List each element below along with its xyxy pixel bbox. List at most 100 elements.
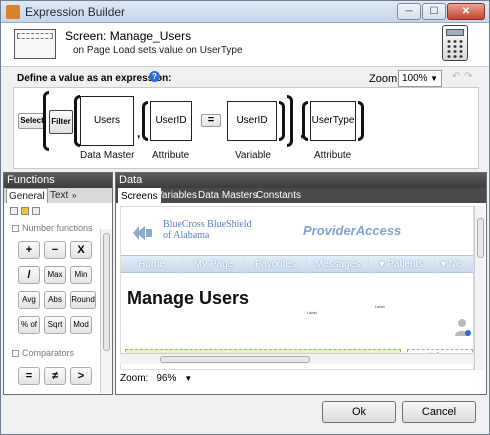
close-bracket — [279, 101, 285, 141]
nav-favorites[interactable]: Favorites — [245, 256, 307, 274]
user-avatar-icon — [455, 319, 471, 336]
help-icon[interactable]: ? — [149, 71, 160, 82]
calculator-icon — [442, 25, 468, 61]
filter-token[interactable]: Filter — [49, 110, 73, 134]
title-bar[interactable]: Expression Builder ─ ☐ ✕ — [1, 1, 489, 23]
app-icon — [6, 5, 20, 19]
nav-patients[interactable]: ▾ Patients — [369, 256, 435, 274]
maximize-button[interactable]: ☐ — [422, 3, 446, 20]
attribute-box[interactable]: UserID — [150, 101, 192, 141]
tab-general[interactable]: General — [6, 188, 48, 203]
scroll-thumb[interactable] — [103, 233, 110, 351]
cancel-button[interactable]: Cancel — [402, 401, 476, 423]
multiply-button[interactable]: X — [70, 241, 92, 259]
window-title: Expression Builder — [25, 5, 126, 19]
plus-button[interactable]: + — [18, 241, 40, 259]
data-zoom-value: 96% — [156, 373, 177, 384]
redo-icon[interactable]: ↷ — [464, 72, 476, 82]
grid-view-icon[interactable] — [21, 207, 29, 215]
percent-of-button[interactable]: % of — [18, 316, 40, 334]
screen-thumbnail-icon — [14, 29, 56, 59]
functions-tab-strip: General Text » — [4, 188, 112, 203]
expression-zoom-select[interactable]: 100% ▼ — [398, 70, 442, 87]
data-zoom-control[interactable]: Zoom: 96% ▼ — [120, 373, 192, 384]
bcbs-logo-icon — [133, 226, 152, 240]
variable-caption: Variable — [235, 150, 271, 161]
attribute-box[interactable]: UserType — [310, 101, 356, 141]
data-master-box[interactable]: Users — [80, 96, 134, 146]
close-bracket — [287, 95, 293, 147]
data-master-caption: Data Master — [80, 150, 135, 161]
functions-scrollbar[interactable] — [100, 229, 112, 393]
equals-button[interactable]: = — [18, 367, 40, 385]
divide-button[interactable]: / — [18, 266, 40, 284]
min-button[interactable]: Min — [70, 266, 92, 284]
chevron-down-icon: ▼ — [430, 74, 438, 83]
scroll-thumb[interactable] — [160, 356, 310, 363]
close-button[interactable]: ✕ — [447, 3, 485, 20]
functions-panel: Functions General Text » Number function… — [3, 172, 113, 395]
preview-label: Label — [307, 310, 317, 315]
nav-my-page[interactable]: My Page — [183, 256, 245, 274]
brand-line-2: of Alabama — [163, 230, 210, 241]
comparators-section[interactable]: Comparators — [12, 348, 74, 358]
collapse-icon — [12, 225, 19, 233]
product-name: ProviderAccess — [303, 223, 402, 238]
tab-data-masters[interactable]: Data Masters — [196, 188, 259, 203]
expression-canvas[interactable]: Select Filter Users Data Master , UserID… — [13, 87, 479, 169]
list-view-icon[interactable] — [10, 207, 18, 215]
nav-messages[interactable]: Messages — [307, 256, 369, 274]
number-functions-section[interactable]: Number functions — [12, 223, 93, 233]
equals-token[interactable]: = — [201, 114, 221, 127]
abs-button[interactable]: Abs — [44, 291, 66, 309]
data-zoom-label: Zoom: — [120, 373, 149, 384]
greater-than-button[interactable]: > — [70, 367, 92, 385]
tab-constants[interactable]: Constants — [254, 188, 303, 203]
preview-page-title: Manage Users — [127, 288, 250, 308]
function-view-toggles — [10, 206, 50, 216]
brand-line-1: BlueCross BlueShield — [163, 219, 252, 230]
section-label: Number functions — [22, 223, 93, 233]
nav-home[interactable]: Home — [121, 256, 183, 274]
minus-button[interactable]: − — [44, 241, 66, 259]
preview-horizontal-scrollbar[interactable] — [120, 353, 474, 364]
collapse-icon — [12, 350, 19, 358]
expression-zoom-label: Zoom: — [369, 73, 401, 85]
open-bracket — [142, 101, 148, 141]
tab-variables[interactable]: Variables — [154, 188, 199, 203]
avg-button[interactable]: Avg — [18, 291, 40, 309]
screen-subtitle: on Page Load sets value on UserType — [73, 45, 243, 56]
variable-box[interactable]: UserID — [227, 101, 277, 141]
screen-title: Screen: Manage_Users — [65, 29, 192, 43]
round-button[interactable]: Round — [70, 291, 96, 309]
minimize-button[interactable]: ─ — [397, 3, 421, 20]
preview-vertical-scrollbar[interactable] — [474, 206, 485, 370]
section-label: Comparators — [22, 348, 75, 358]
not-equals-button[interactable]: ≠ — [44, 367, 66, 385]
nav-more[interactable]: ▾ Ne — [435, 256, 473, 274]
expression-builder-window: Expression Builder ─ ☐ ✕ Screen: Manage_… — [0, 0, 490, 435]
select-token[interactable]: Select — [18, 113, 46, 129]
comma: , — [137, 126, 141, 140]
expression-zoom-value: 100% — [402, 73, 428, 84]
preview-label: Label — [375, 304, 385, 309]
undo-icon[interactable]: ↶ — [452, 72, 464, 82]
preview-navbar: Home My Page Favorites Messages ▾ Patien… — [121, 255, 473, 274]
max-button[interactable]: Max — [44, 266, 66, 284]
define-expression-area: Define a value as an expression: ? Zoom:… — [1, 67, 489, 171]
open-bracket — [302, 101, 308, 141]
mod-button[interactable]: Mod — [70, 316, 92, 334]
scroll-thumb[interactable] — [477, 218, 484, 258]
detail-view-icon[interactable] — [32, 207, 40, 215]
attribute-caption: Attribute — [314, 150, 352, 161]
header: Screen: Manage_Users on Page Load sets v… — [1, 23, 489, 67]
data-panel: Data Screens Variables Data Masters Cons… — [115, 172, 487, 395]
ok-button[interactable]: Ok — [322, 401, 396, 423]
more-tabs-icon[interactable]: » — [70, 188, 78, 203]
screen-preview[interactable]: BlueCross BlueShield of Alabama Provider… — [120, 206, 474, 370]
tab-text[interactable]: Text — [48, 188, 70, 203]
brand-text: BlueCross BlueShield of Alabama — [163, 219, 252, 241]
sqrt-button[interactable]: Sqrt — [44, 316, 66, 334]
close-bracket — [358, 101, 364, 141]
attribute-caption: Attribute — [152, 150, 190, 161]
